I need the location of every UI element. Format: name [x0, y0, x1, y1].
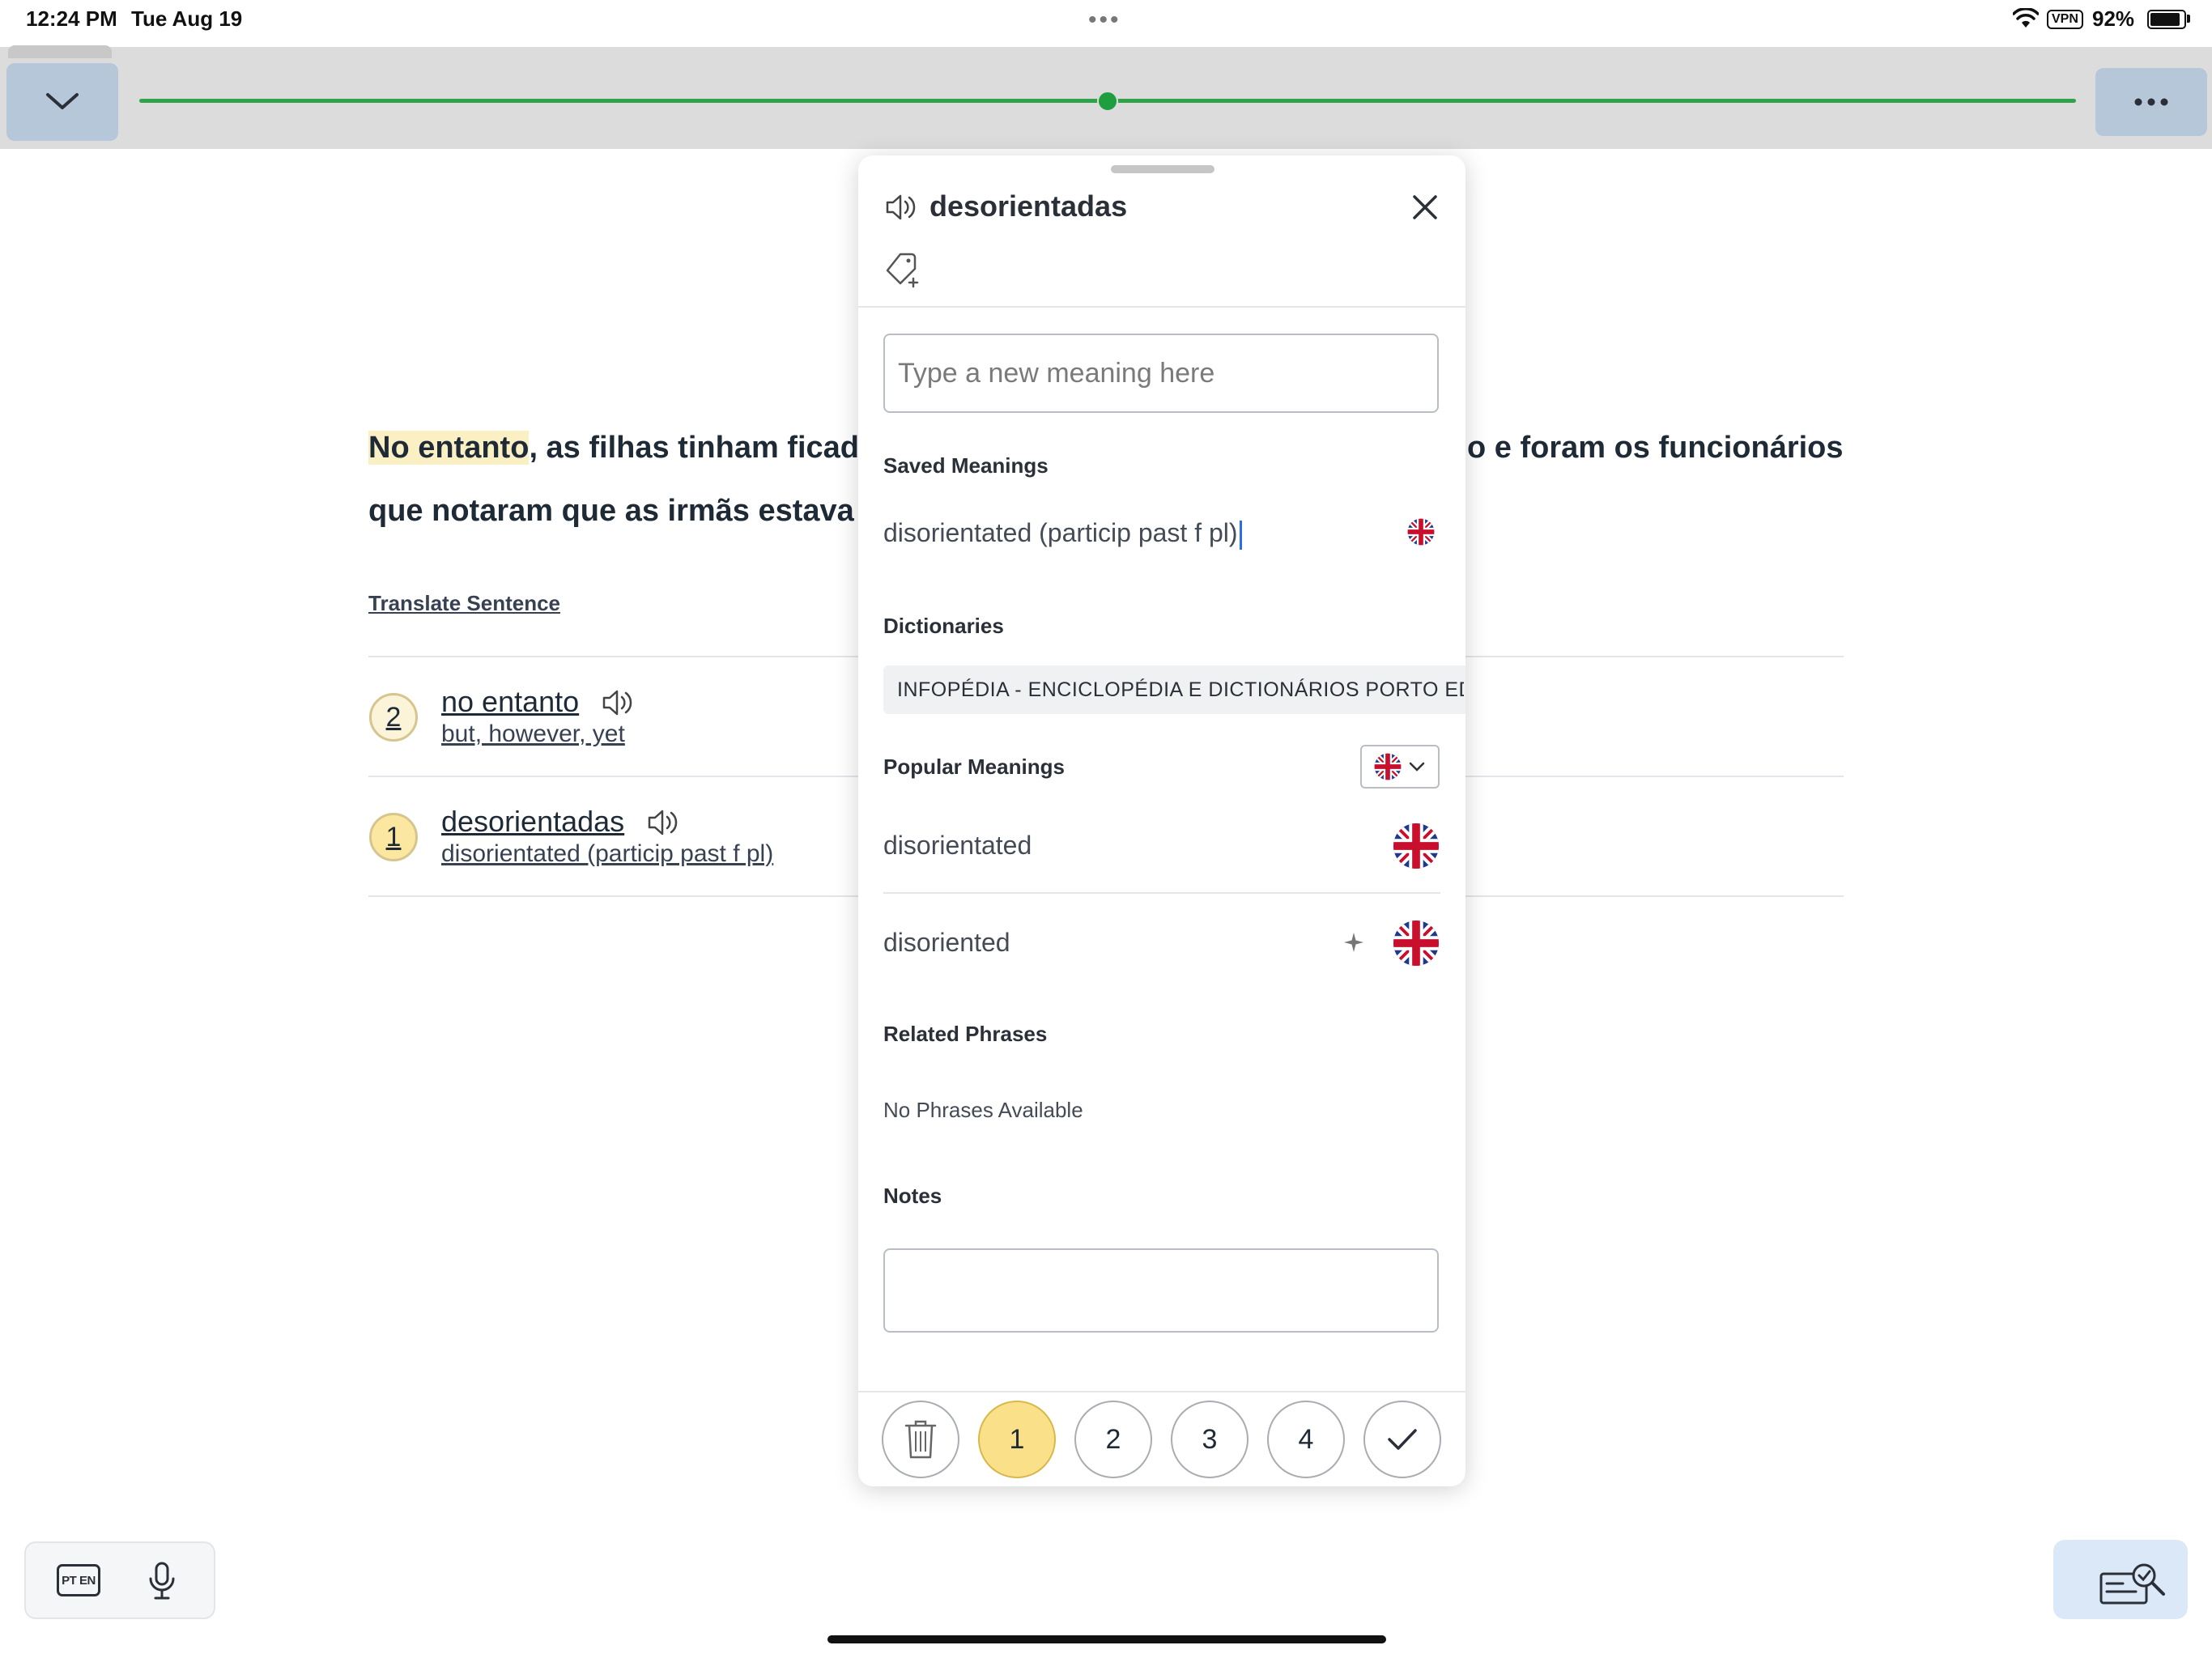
translate-sentence-link[interactable]: Translate Sentence — [368, 591, 560, 616]
uk-flag-icon — [1374, 753, 1402, 780]
chevron-down-icon — [1409, 762, 1425, 772]
sentence-text[interactable]: , as filhas tinham ficad — [529, 431, 859, 465]
more-options-button[interactable] — [2095, 68, 2207, 136]
sentence-line-2[interactable]: que notaram que as irmãs estava — [368, 494, 854, 529]
tag-add-icon[interactable] — [884, 251, 921, 292]
language-mic-dock: PT EN — [24, 1541, 215, 1619]
battery-tip — [2187, 15, 2190, 23]
popular-meaning-item[interactable]: disorientated — [883, 831, 1032, 861]
wifi-icon — [2012, 7, 2040, 33]
status-bar: 12:24 PM Tue Aug 19 ••• VPN 92% — [0, 0, 2212, 47]
language-pair-toggle[interactable]: PT EN — [57, 1564, 100, 1596]
uk-flag-icon — [1393, 920, 1440, 971]
speaker-icon[interactable] — [601, 687, 636, 723]
popular-meaning-item[interactable]: disoriented — [883, 928, 1010, 958]
level-badge[interactable]: 2 — [369, 693, 418, 742]
microphone-icon[interactable] — [146, 1561, 178, 1605]
level-3-button[interactable]: 3 — [1171, 1401, 1249, 1478]
saved-meaning-item[interactable]: disorientated (particip past f pl) — [883, 518, 1242, 550]
battery-icon — [2147, 10, 2186, 29]
divider — [883, 892, 1440, 894]
ellipsis-icon — [2134, 98, 2168, 106]
divider — [858, 1391, 1465, 1392]
done-button[interactable] — [1363, 1401, 1441, 1478]
dictionary-name[interactable]: INFOPÉDIA - ENCICLOPÉDIA E DICTIONÁRIOS … — [897, 678, 1464, 702]
drag-handle[interactable] — [1111, 165, 1214, 173]
sheet-tab-hint — [8, 45, 112, 58]
battery-percent: 92% — [2092, 6, 2135, 31]
speaker-icon[interactable] — [646, 806, 682, 843]
saved-meaning-text[interactable]: disorientated (particip past f pl) — [883, 518, 1238, 547]
term-desorientadas[interactable]: desorientadas — [441, 805, 624, 839]
term-no-entanto[interactable]: no entanto — [441, 685, 579, 719]
status-time: 12:24 PM — [26, 6, 117, 31]
new-meaning-input[interactable] — [883, 334, 1439, 413]
speaker-icon[interactable] — [884, 191, 920, 227]
sentence-line-1-tail[interactable]: o e foram os funcionários — [1467, 431, 1844, 466]
dictionaries-heading: Dictionaries — [883, 614, 1004, 638]
multitasking-dots-icon[interactable]: ••• — [1088, 6, 1121, 34]
term-meaning[interactable]: but, however, yet — [441, 721, 625, 748]
text-caret — [1239, 520, 1242, 550]
notes-heading: Notes — [883, 1184, 942, 1208]
level-1-button[interactable]: 1 — [978, 1401, 1056, 1478]
vpn-badge: VPN — [2047, 10, 2083, 29]
uk-flag-icon — [1407, 518, 1435, 550]
meaning-language-select[interactable] — [1360, 745, 1440, 789]
highlighted-phrase[interactable]: No entanto — [368, 431, 530, 465]
review-check-icon — [2099, 1563, 2165, 1605]
close-icon — [1413, 195, 1437, 219]
checkmark-icon — [1388, 1429, 1417, 1450]
word-popover: desorientadas Saved Meanings disorientat… — [858, 155, 1465, 1486]
delete-button[interactable] — [882, 1401, 959, 1478]
popular-meanings-heading: Popular Meanings — [883, 755, 1065, 779]
chevron-down-icon — [46, 93, 79, 109]
sparkle-icon — [1342, 931, 1365, 958]
notes-field[interactable] — [883, 1248, 1439, 1333]
level-4-button[interactable]: 4 — [1267, 1401, 1345, 1478]
collapse-button[interactable] — [6, 63, 118, 141]
divider — [858, 306, 1465, 308]
saved-meanings-heading: Saved Meanings — [883, 453, 1049, 478]
sentence-line-1: No entanto, as filhas tinham ficad — [368, 431, 859, 466]
uk-flag-icon — [1393, 823, 1440, 874]
related-phrases-heading: Related Phrases — [883, 1022, 1048, 1046]
related-phrases-empty: No Phrases Available — [883, 1098, 1083, 1122]
reading-progress-knob[interactable] — [1097, 91, 1118, 112]
close-button[interactable] — [1409, 191, 1441, 223]
popover-word-title: desorientadas — [929, 189, 1128, 223]
status-date: Tue Aug 19 — [131, 6, 243, 31]
term-meaning[interactable]: disorientated (particip past f pl) — [441, 840, 773, 868]
review-button[interactable] — [2053, 1540, 2188, 1619]
trash-icon — [904, 1420, 937, 1459]
home-indicator[interactable] — [827, 1635, 1386, 1643]
level-badge[interactable]: 1 — [369, 813, 418, 861]
level-2-button[interactable]: 2 — [1074, 1401, 1152, 1478]
